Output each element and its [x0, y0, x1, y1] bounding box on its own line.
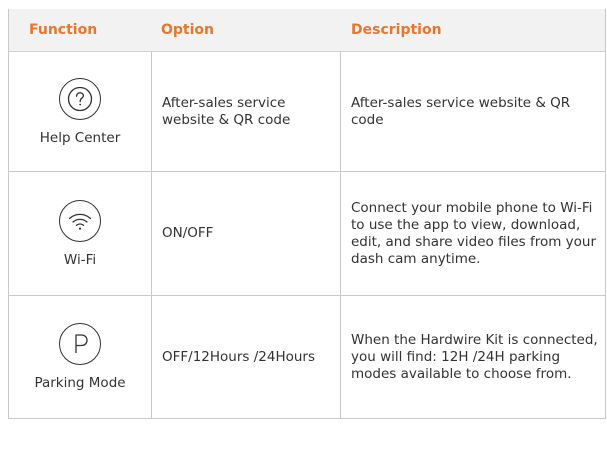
description-text: Connect your mobile phone to Wi-Fi to us…: [351, 199, 597, 267]
function-cell: Help Center: [9, 52, 152, 171]
table-row: Help Center After-sales service website …: [9, 52, 605, 172]
header-description: Description: [351, 22, 442, 38]
option-cell: OFF/12Hours /24Hours: [152, 296, 341, 418]
option-text: ON/OFF: [162, 225, 214, 241]
settings-table: Function Option Description Help Center …: [8, 9, 606, 419]
description-cell: Connect your mobile phone to Wi-Fi to us…: [341, 172, 605, 295]
question-icon: [59, 77, 101, 120]
option-text: After-sales service website & QR code: [162, 94, 291, 128]
option-cell: ON/OFF: [152, 172, 341, 295]
option-cell: After-sales service website & QR code: [152, 52, 341, 171]
description-text: When the Hardwire Kit is connected, you …: [351, 331, 598, 382]
table-row: Parking Mode OFF/12Hours /24Hours When t…: [9, 296, 605, 419]
parking-p-icon: [59, 323, 101, 365]
description-text: After-sales service website & QR code: [351, 94, 571, 128]
function-cell: Parking Mode: [9, 296, 152, 418]
header-function: Function: [29, 22, 98, 38]
table-header: Function Option Description: [9, 9, 605, 52]
wifi-icon: [59, 199, 101, 242]
description-cell: After-sales service website & QR code: [341, 52, 605, 171]
function-name: Parking Mode: [34, 375, 126, 391]
header-option: Option: [161, 22, 214, 38]
table-row: Wi-Fi ON/OFF Connect your mobile phone t…: [9, 172, 605, 296]
function-name: Wi-Fi: [63, 251, 97, 268]
function-name: Help Center: [39, 129, 121, 146]
option-text: OFF/12Hours /24Hours: [162, 348, 316, 365]
function-cell: Wi-Fi: [9, 172, 152, 295]
description-cell: When the Hardwire Kit is connected, you …: [341, 296, 605, 418]
